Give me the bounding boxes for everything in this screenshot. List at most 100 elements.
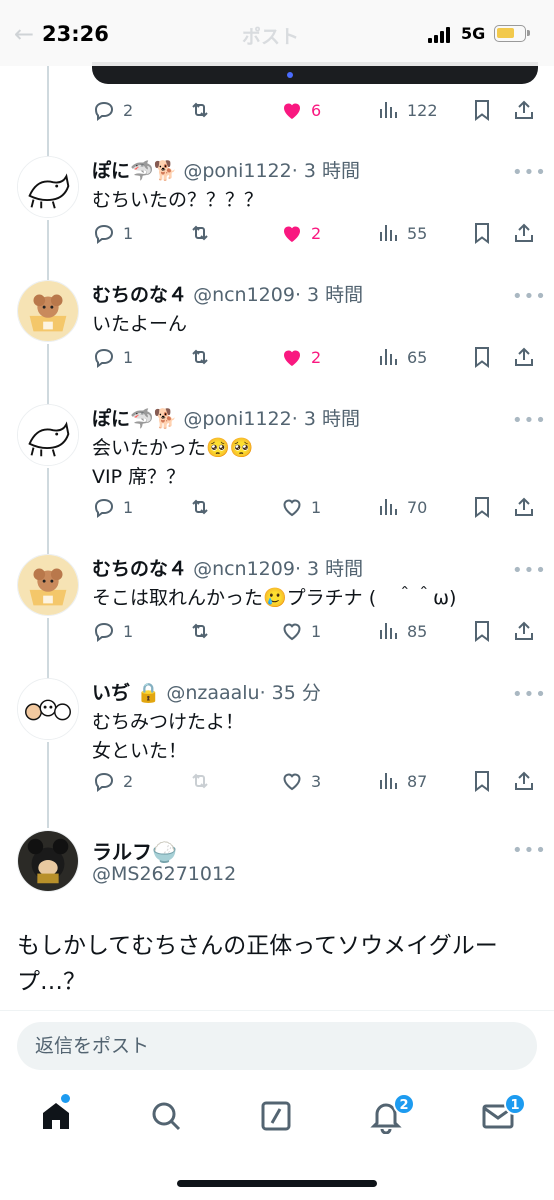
view-count: 85 bbox=[407, 621, 428, 641]
repost-button[interactable] bbox=[188, 218, 212, 248]
post-text: むちいたの？？？？ bbox=[92, 186, 263, 215]
author-handle[interactable]: @ncn1209 bbox=[193, 558, 295, 580]
avatar[interactable] bbox=[17, 554, 79, 616]
status-time: 23:26 bbox=[42, 22, 109, 46]
reply-input[interactable] bbox=[17, 1022, 537, 1070]
reply-count: 1 bbox=[123, 347, 134, 367]
share-icon bbox=[515, 347, 533, 366]
bookmark-button[interactable] bbox=[470, 616, 494, 646]
avatar[interactable] bbox=[17, 678, 79, 740]
post-header: ぽに🦈🐕 @poni1122· 3 時間 bbox=[92, 156, 360, 183]
share-button[interactable] bbox=[512, 218, 536, 248]
grok-icon bbox=[261, 1101, 291, 1131]
share-button[interactable] bbox=[512, 342, 536, 372]
reply-count: 2 bbox=[123, 100, 134, 120]
author-name[interactable]: ぽに🦈🐕 bbox=[92, 160, 177, 182]
more-options-icon[interactable]: ••• bbox=[512, 410, 547, 431]
like-button[interactable]: 6 bbox=[280, 95, 321, 125]
like-icon bbox=[283, 623, 301, 641]
reply-icon bbox=[94, 498, 114, 518]
repost-button[interactable] bbox=[188, 616, 212, 646]
like-button[interactable]: 2 bbox=[280, 342, 321, 372]
like-button[interactable]: 2 bbox=[280, 218, 321, 248]
more-options-icon[interactable]: ••• bbox=[512, 286, 547, 307]
like-button[interactable]: 1 bbox=[280, 492, 321, 522]
messages-badge: 1 bbox=[504, 1093, 526, 1115]
reply-input-container[interactable] bbox=[17, 1022, 537, 1070]
more-options-icon[interactable]: ••• bbox=[512, 684, 547, 705]
avatar[interactable] bbox=[17, 404, 79, 466]
bookmark-icon bbox=[475, 100, 489, 121]
tab-search[interactable] bbox=[148, 1098, 184, 1134]
author-handle[interactable]: @ncn1209 bbox=[193, 284, 295, 306]
tab-grok[interactable] bbox=[258, 1098, 294, 1134]
reply-count: 1 bbox=[123, 223, 134, 243]
reply-icon bbox=[94, 224, 114, 244]
bookmark-button[interactable] bbox=[470, 766, 494, 796]
views-button[interactable]: 65 bbox=[376, 342, 427, 372]
author-handle[interactable]: @poni1122 bbox=[183, 160, 291, 182]
repost-button[interactable] bbox=[188, 766, 212, 796]
repost-button[interactable] bbox=[188, 492, 212, 522]
bookmark-button[interactable] bbox=[470, 95, 494, 125]
reply-button[interactable]: 2 bbox=[92, 766, 133, 796]
home-icon bbox=[43, 1103, 69, 1129]
post-time: · 35 分 bbox=[259, 682, 321, 704]
tab-home[interactable] bbox=[38, 1098, 74, 1134]
share-button[interactable] bbox=[512, 766, 536, 796]
author-name[interactable]: いぢ 🔒 bbox=[92, 682, 160, 704]
author-name[interactable]: むちのな４ bbox=[92, 284, 187, 306]
like-count: 2 bbox=[311, 347, 322, 367]
repost-icon bbox=[192, 773, 208, 789]
repost-button[interactable] bbox=[188, 342, 212, 372]
reply-button[interactable]: 1 bbox=[92, 616, 133, 646]
share-button[interactable] bbox=[512, 492, 536, 522]
views-button[interactable]: 122 bbox=[376, 95, 438, 125]
thread-line bbox=[47, 220, 49, 282]
avatar[interactable] bbox=[17, 280, 79, 342]
author-name[interactable]: ぽに🦈🐕 bbox=[92, 408, 177, 430]
author-name[interactable]: ラルフ🍚 bbox=[92, 836, 177, 865]
back-arrow-icon[interactable]: ← bbox=[14, 20, 34, 48]
like-button[interactable]: 1 bbox=[280, 616, 321, 646]
avatar[interactable] bbox=[17, 156, 79, 218]
reply-button[interactable]: 2 bbox=[92, 95, 133, 125]
reply-button[interactable]: 1 bbox=[92, 218, 133, 248]
reply-button[interactable]: 1 bbox=[92, 342, 133, 372]
more-options-icon[interactable]: ••• bbox=[512, 840, 547, 861]
views-icon bbox=[380, 225, 397, 241]
like-count: 1 bbox=[311, 497, 322, 517]
author-handle[interactable]: @poni1122 bbox=[183, 408, 291, 430]
author-handle[interactable]: @nzaaalu bbox=[166, 682, 259, 704]
views-button[interactable]: 55 bbox=[376, 218, 427, 248]
bookmark-button[interactable] bbox=[470, 218, 494, 248]
more-options-icon[interactable]: ••• bbox=[512, 560, 547, 581]
views-button[interactable]: 70 bbox=[376, 492, 427, 522]
post-time: · 3 時間 bbox=[294, 284, 364, 306]
share-icon bbox=[515, 771, 533, 790]
repost-button[interactable] bbox=[188, 95, 212, 125]
avatar[interactable] bbox=[17, 830, 79, 892]
author-name[interactable]: むちのな４ bbox=[92, 558, 187, 580]
more-options-icon[interactable]: ••• bbox=[512, 162, 547, 183]
share-button[interactable] bbox=[512, 95, 536, 125]
bookmark-icon bbox=[475, 497, 489, 518]
action-bar: 1 1 85 bbox=[92, 616, 542, 646]
bookmark-button[interactable] bbox=[470, 492, 494, 522]
author-handle[interactable]: @MS26271012 bbox=[92, 863, 236, 885]
like-button[interactable]: 3 bbox=[280, 766, 321, 796]
post-header: むちのな４ @ncn1209· 3 時間 bbox=[92, 554, 363, 581]
views-icon bbox=[380, 623, 397, 639]
bookmark-button[interactable] bbox=[470, 342, 494, 372]
views-button[interactable]: 85 bbox=[376, 616, 427, 646]
search-icon bbox=[152, 1102, 181, 1131]
bookmark-icon bbox=[475, 621, 489, 642]
repost-icon bbox=[192, 225, 208, 241]
views-button[interactable]: 87 bbox=[376, 766, 427, 796]
views-icon bbox=[380, 349, 397, 365]
post-text-line: VIP 席？？ bbox=[92, 466, 186, 488]
reply-button[interactable]: 1 bbox=[92, 492, 133, 522]
share-button[interactable] bbox=[512, 616, 536, 646]
thread-line bbox=[47, 66, 49, 158]
post-header: むちのな４ @ncn1209· 3 時間 bbox=[92, 280, 363, 307]
